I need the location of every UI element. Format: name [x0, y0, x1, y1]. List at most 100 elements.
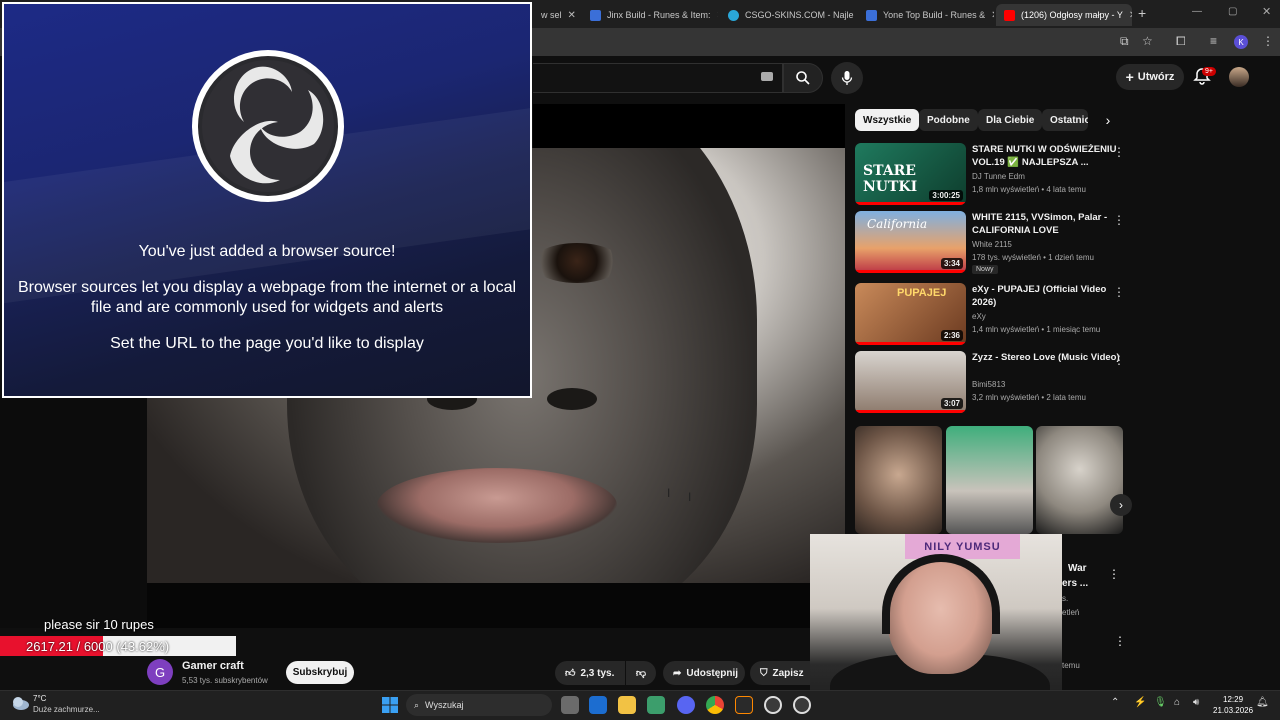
notification-center-icon[interactable]: 🔔︎	[1256, 697, 1269, 708]
short-thumbnail[interactable]	[855, 426, 942, 534]
taskbar-clock[interactable]: 12:29 21.03.2026	[1213, 694, 1253, 716]
bookmark-icon: ⛉	[760, 667, 768, 679]
discord-icon[interactable]	[677, 696, 695, 714]
page-background	[0, 398, 147, 628]
recommendation-item[interactable]: 3:07 Zyzz - Stereo Love (Music Video) Bi…	[855, 351, 1135, 415]
search-button[interactable]	[783, 63, 823, 93]
cloud-weather-icon[interactable]	[10, 694, 30, 712]
volume-icon[interactable]: 🔊︎	[1193, 697, 1199, 708]
short-thumbnail[interactable]	[1036, 426, 1123, 534]
video-thumbnail[interactable]: STARE NUTKI 3:00:25	[855, 143, 966, 205]
video-thumbnail[interactable]: PUPAJEJ 2:36	[855, 283, 966, 345]
new-tab-icon[interactable]: +	[1138, 5, 1146, 21]
store-icon[interactable]	[647, 696, 665, 714]
video-title[interactable]: WHITE 2115, VVSimon, Palar - CALIFORNIA …	[972, 211, 1122, 237]
browser-tab[interactable]: CSGO-SKINS.COM - Najle ✕	[720, 4, 856, 26]
more-options-icon[interactable]: ⋮	[1113, 285, 1125, 299]
file-explorer-icon[interactable]	[618, 696, 636, 714]
weather-temperature[interactable]: 7°C	[33, 694, 46, 703]
more-options-icon[interactable]: ⋮	[1114, 634, 1126, 648]
recommendation-item[interactable]: PUPAJEJ 2:36 eXy - PUPAJEJ (Official Vid…	[855, 283, 1135, 347]
notification-count-badge: 9+	[1202, 67, 1216, 76]
partial-video-meta: temu	[1062, 661, 1080, 670]
more-options-icon[interactable]: ⋮	[1113, 213, 1125, 227]
app-icon[interactable]	[735, 696, 753, 714]
weather-description[interactable]: Duże zachmurze...	[33, 705, 100, 714]
channel-name[interactable]: Bimi5813	[972, 379, 1132, 391]
close-icon[interactable]: ✕	[568, 10, 576, 21]
video-frame-eye	[532, 243, 622, 283]
chevron-right-icon[interactable]: ›	[1098, 110, 1118, 130]
chevron-right-icon[interactable]: ›	[1110, 494, 1132, 516]
recommendation-item[interactable]: California 3:34 WHITE 2115, VVSimon, Pal…	[855, 211, 1135, 275]
more-options-icon[interactable]: ⋮	[1108, 567, 1120, 581]
video-title[interactable]: eXy - PUPAJEJ (Official Video 2026)	[972, 283, 1122, 309]
short-thumbnail[interactable]	[946, 426, 1033, 534]
partial-video-title[interactable]: ers ...	[1062, 578, 1088, 589]
clock-date: 21.03.2026	[1213, 706, 1254, 715]
video-stats: 1,8 mln wyświetleń • 4 lata temu	[972, 185, 1086, 194]
video-title[interactable]: STARE NUTKI W ODŚWIEŻENIU VOL.19 ✅ NAJLE…	[972, 143, 1122, 169]
media-icon[interactable]: ≡	[1210, 34, 1217, 48]
tray-app-icon[interactable]: ⚡	[1134, 697, 1146, 708]
keyboard-icon[interactable]	[761, 72, 773, 81]
cast-icon[interactable]: ⧉	[1120, 34, 1129, 49]
chip-recent[interactable]: Ostatnio	[1042, 109, 1088, 131]
bookmark-star-icon[interactable]: ☆	[1142, 34, 1153, 48]
chip-for-you[interactable]: Dla Ciebie	[978, 109, 1043, 131]
close-icon[interactable]: ✕	[991, 10, 994, 21]
subscribe-button[interactable]: Subskrybuj	[286, 661, 354, 684]
channel-avatar[interactable]: G	[147, 659, 173, 685]
tab-label: CSGO-SKINS.COM - Najle	[745, 10, 854, 20]
voice-search-button[interactable]	[831, 62, 863, 94]
network-icon[interactable]: ⌂	[1174, 697, 1180, 708]
create-button[interactable]: + Utwórz	[1116, 64, 1184, 90]
chrome-icon[interactable]	[706, 696, 724, 714]
video-stats: 3,2 mln wyświetleń • 2 lata temu	[972, 393, 1086, 402]
obs-taskbar-icon[interactable]	[764, 696, 782, 714]
account-avatar[interactable]	[1229, 67, 1249, 87]
profile-avatar[interactable]: K	[1234, 35, 1248, 49]
partial-video-title[interactable]: War	[1068, 563, 1087, 574]
watch-progress	[855, 342, 966, 345]
chip-similar[interactable]: Podobne	[919, 109, 978, 131]
video-thumbnail[interactable]: California 3:34	[855, 211, 966, 273]
browser-tab-active[interactable]: (1206) Odgłosy małpy - Y ✕	[996, 4, 1132, 26]
minimize-icon[interactable]: —	[1192, 6, 1202, 17]
browser-tab[interactable]: w sel ✕	[533, 4, 581, 26]
save-button[interactable]: ⛉ Zapisz	[750, 661, 812, 685]
more-options-icon[interactable]: ⋮	[1113, 145, 1125, 159]
channel-name[interactable]: Gamer craft	[182, 660, 244, 672]
maximize-icon[interactable]: ▢	[1228, 6, 1237, 17]
extensions-icon[interactable]: ⧠	[1176, 34, 1186, 49]
obs-taskbar-icon[interactable]	[793, 696, 811, 714]
windows-start-icon[interactable]	[381, 696, 399, 714]
close-icon[interactable]: ✕	[1129, 10, 1132, 21]
taskbar-search[interactable]: ⌕ Wyszukaj	[406, 694, 552, 716]
search-input[interactable]	[533, 63, 783, 93]
watch-progress	[855, 202, 966, 205]
browser-menu-icon[interactable]: ⋮	[1262, 34, 1274, 48]
tray-overflow-icon[interactable]: ⌃	[1111, 697, 1119, 708]
outlook-icon[interactable]	[589, 696, 607, 714]
channel-name[interactable]: DJ Tunne Edm	[972, 171, 1132, 183]
share-button[interactable]: ➦ Udostępnij	[663, 661, 745, 685]
browser-tab[interactable]: Yone Top Build - Runes & ✕	[858, 4, 994, 26]
microphone-tray-icon[interactable]: 🎙︎	[1154, 697, 1167, 708]
share-icon: ➦	[673, 667, 682, 679]
close-icon[interactable]: ✕	[717, 10, 718, 21]
video-thumbnail[interactable]: 3:07	[855, 351, 966, 413]
channel-name[interactable]: eXy	[972, 311, 1132, 323]
task-view-icon[interactable]	[561, 696, 579, 714]
video-title[interactable]: Zyzz - Stereo Love (Music Video)	[972, 351, 1122, 364]
dislike-button[interactable]: 👎︎	[626, 661, 656, 685]
more-options-icon[interactable]: ⋮	[1113, 353, 1125, 367]
watch-progress	[855, 410, 966, 413]
window-close-icon[interactable]: ✕	[1262, 5, 1271, 18]
browser-tab[interactable]: Jinx Build - Runes & Item: ✕	[582, 4, 718, 26]
like-button[interactable]: 👍︎ 2,3 tys.	[555, 661, 625, 685]
recommendation-item[interactable]: STARE NUTKI 3:00:25 STARE NUTKI W ODŚWIE…	[855, 143, 1135, 207]
channel-name[interactable]: White 2115	[972, 239, 1132, 251]
chip-all[interactable]: Wszystkie	[855, 109, 920, 131]
duration-badge: 2:36	[940, 330, 963, 341]
